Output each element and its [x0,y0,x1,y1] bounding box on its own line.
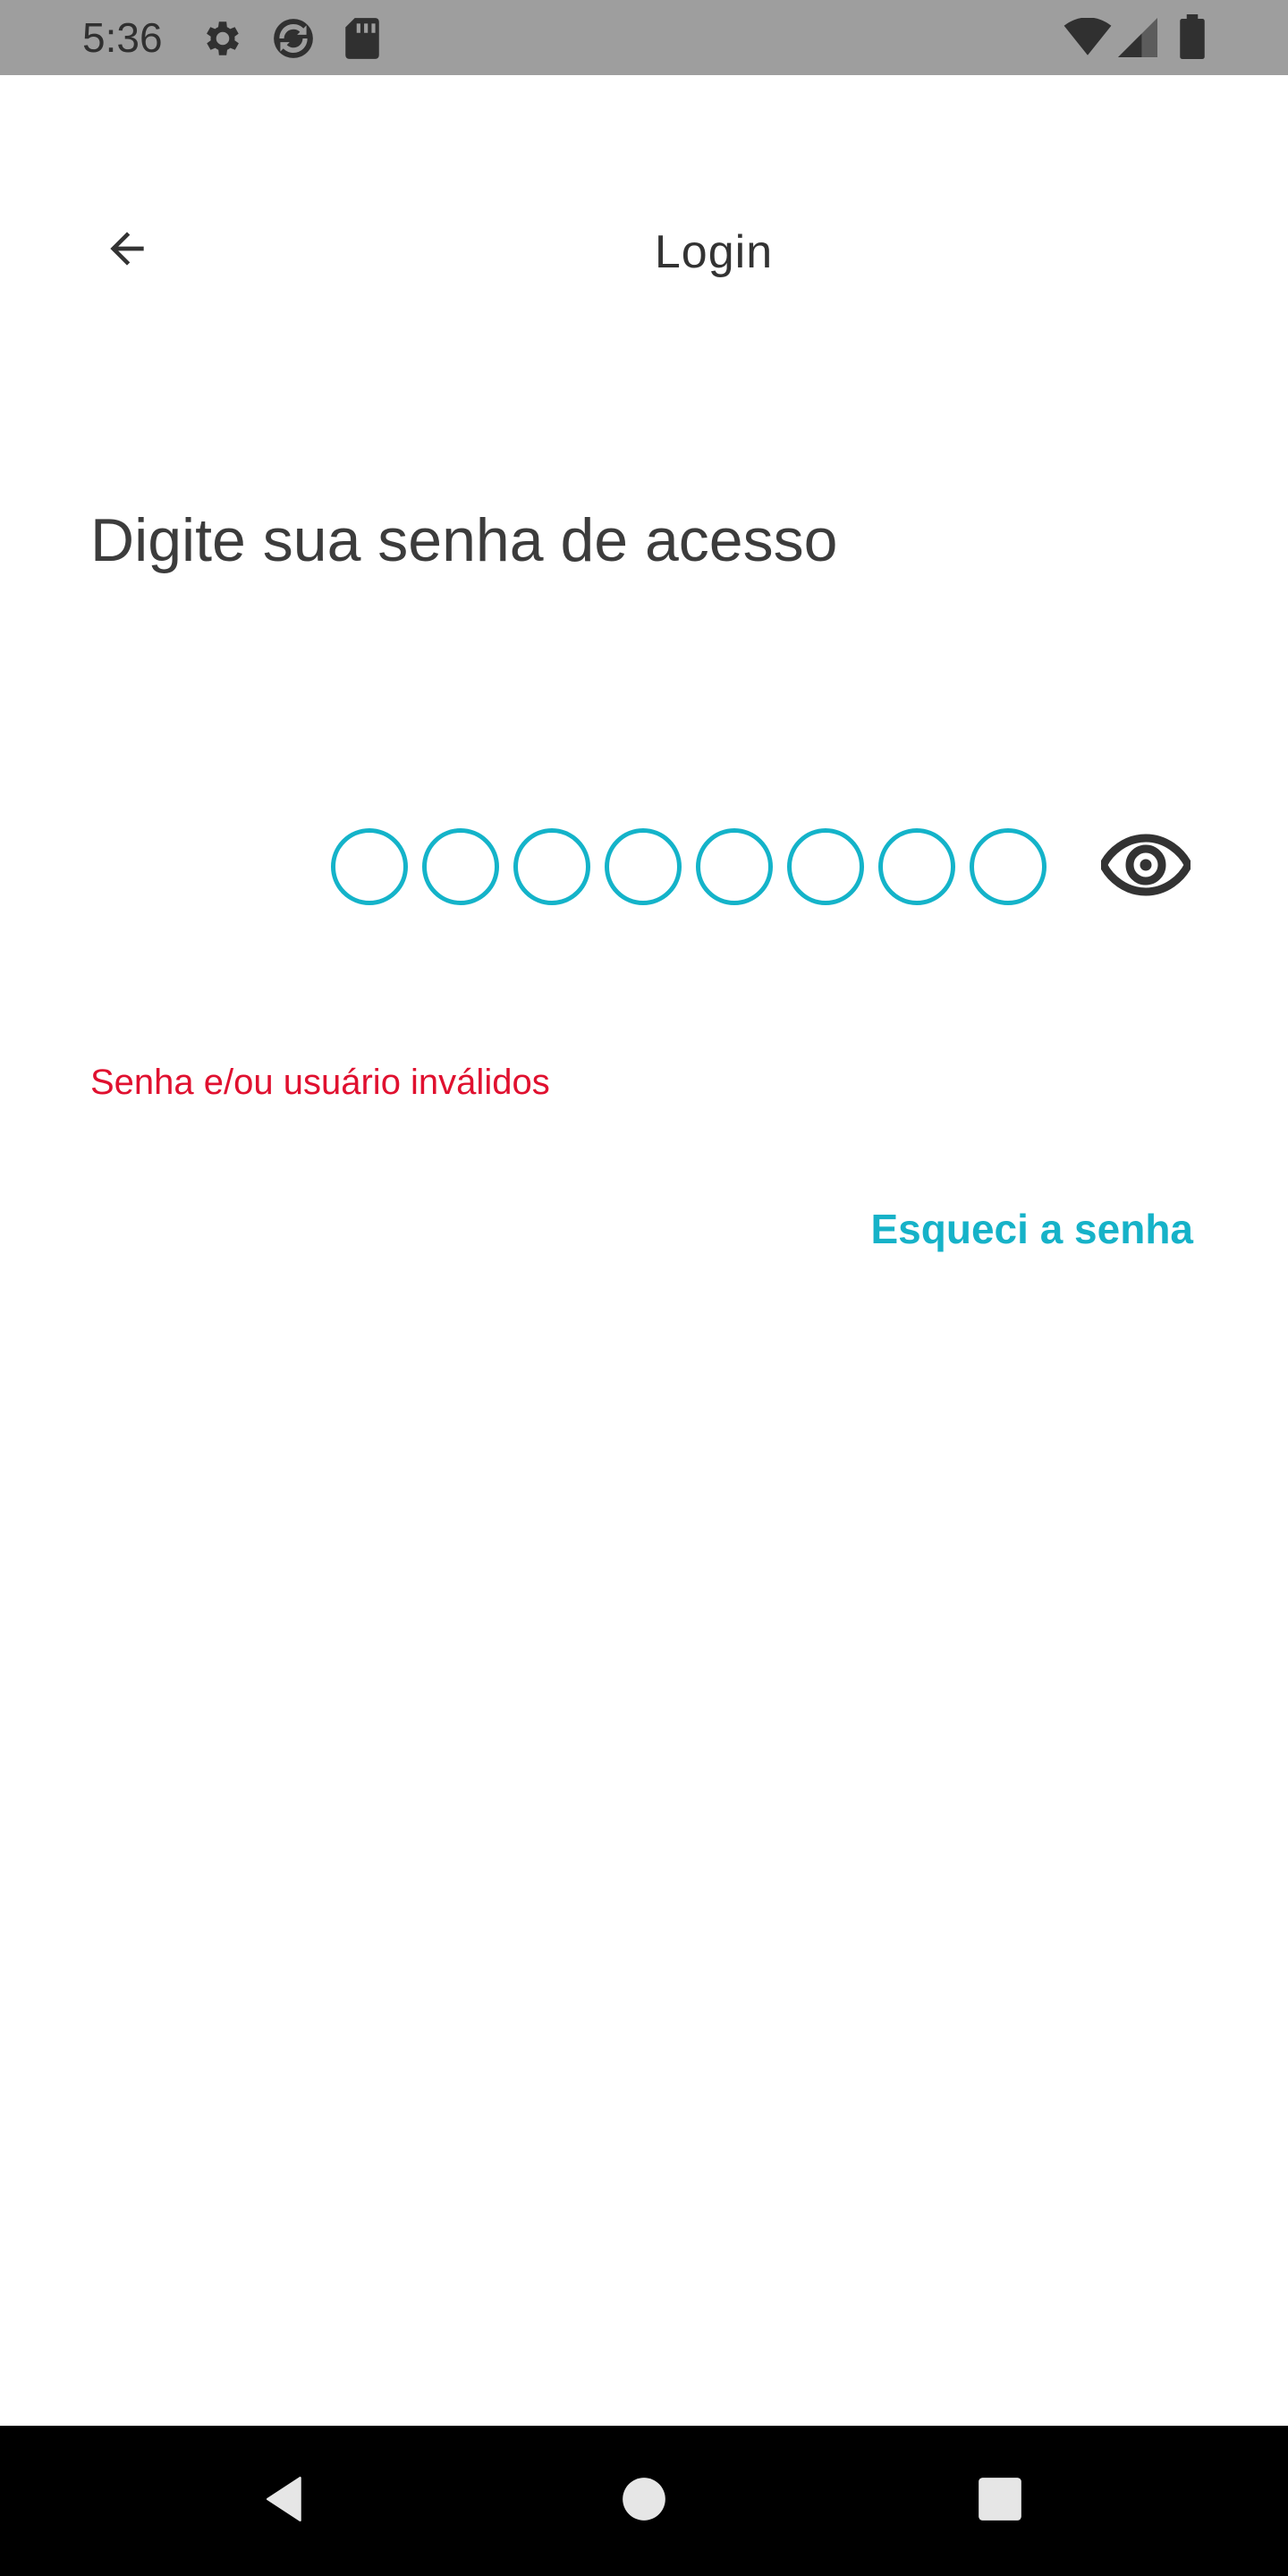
home-circle-icon [621,2476,667,2527]
pin-dot [878,828,955,905]
pin-dot [513,828,590,905]
battery-icon [1179,14,1206,64]
recents-square-icon [977,2476,1023,2527]
pin-input[interactable] [331,828,1046,905]
sd-card-icon [343,16,381,65]
pin-dot [787,828,864,905]
pin-dot [331,828,408,905]
nav-recents-button[interactable] [955,2456,1045,2546]
navigation-bar [0,2426,1288,2576]
pin-dot [696,828,773,905]
pin-dot [422,828,499,905]
eye-icon [1098,832,1193,902]
password-prompt: Digite sua senha de acesso [90,506,838,574]
nav-home-button[interactable] [599,2456,689,2546]
page-title: Login [654,226,774,278]
status-bar: 5:36 [0,0,1288,75]
status-time: 5:36 [82,14,163,61]
cell-signal-icon [1118,18,1157,62]
sync-icon [268,16,318,65]
back-triangle-icon [258,2472,311,2530]
toggle-visibility-button[interactable] [1097,823,1195,911]
pin-dot [605,828,682,905]
wifi-icon [1063,17,1113,62]
pin-dot [970,828,1046,905]
gear-icon [200,16,245,65]
error-message: Senha e/ou usuário inválidos [90,1063,550,1102]
nav-back-button[interactable] [240,2456,329,2546]
forgot-password-link[interactable]: Esqueci a senha [871,1204,1194,1254]
